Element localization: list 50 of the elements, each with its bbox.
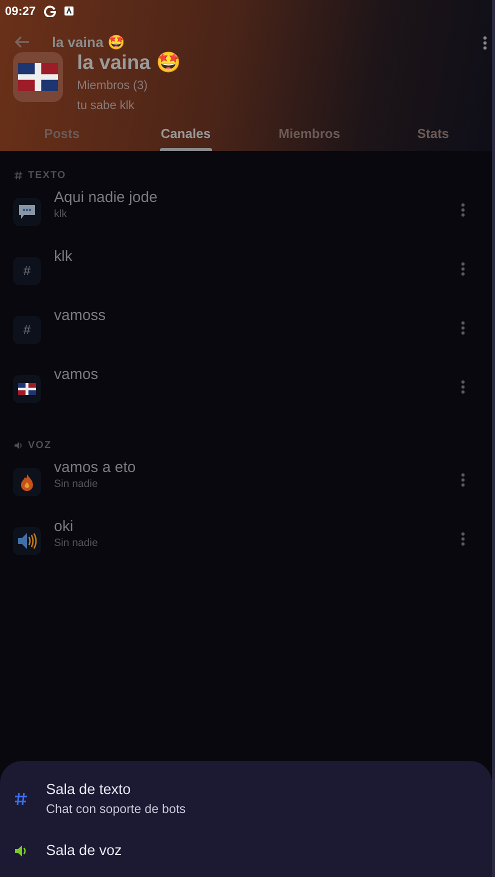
hash-icon xyxy=(14,170,23,180)
channel-item[interactable]: # vamoss xyxy=(0,303,495,362)
more-options-icon[interactable] xyxy=(461,532,465,546)
channel-subtitle: klk xyxy=(54,207,68,221)
flag-icon xyxy=(18,383,36,395)
option-title: Sala de texto xyxy=(46,781,132,800)
channel-icon-tile: # xyxy=(13,316,41,344)
g-logo-icon xyxy=(44,5,56,17)
option-title: Sala de voz xyxy=(46,842,122,861)
option-subtitle: Chat con soporte de bots xyxy=(46,801,186,818)
tab[interactable]: Miembros xyxy=(248,124,372,151)
sheet-option[interactable]: Sala de voz xyxy=(0,829,492,873)
channel-item[interactable]: vamos a eto Sin nadie xyxy=(0,455,495,514)
channel-name: klk xyxy=(54,248,74,266)
channel-icon-tile: # xyxy=(13,257,41,285)
more-options-icon[interactable] xyxy=(483,36,487,50)
more-options-icon[interactable] xyxy=(461,203,465,217)
flag-icon xyxy=(18,63,58,91)
sheet-option[interactable]: Sala de texto Chat con soporte de bots xyxy=(0,769,492,829)
channel-name: vamos xyxy=(54,366,100,384)
more-options-icon[interactable] xyxy=(461,262,465,276)
channel-item[interactable]: oki Sin nadie xyxy=(0,514,495,573)
channel-name: vamoss xyxy=(54,307,107,325)
clock: 09:27 xyxy=(5,3,36,20)
section-title: VOZ xyxy=(28,438,52,452)
channel-name: oki xyxy=(54,518,74,536)
section-title: TEXTO xyxy=(28,168,66,182)
fire-icon xyxy=(20,473,34,491)
more-options-icon[interactable] xyxy=(461,321,465,335)
channel-subtitle: Sin nadie xyxy=(54,477,99,491)
back-icon[interactable] xyxy=(14,34,30,50)
member-count: Miembros (3) xyxy=(77,78,149,93)
tab[interactable]: Stats xyxy=(371,124,495,151)
more-options-icon[interactable] xyxy=(461,380,465,394)
hash-icon xyxy=(14,792,28,806)
speaker-icon xyxy=(17,532,37,550)
toolbar-title: la vaina 🤩 xyxy=(52,34,126,50)
more-options-icon[interactable] xyxy=(461,473,465,487)
channel-item[interactable]: vamos xyxy=(0,362,495,421)
tab[interactable]: Canales xyxy=(124,124,248,151)
channel-item[interactable]: Aqui nadie jode klk xyxy=(0,185,495,244)
channel-name: Aqui nadie jode xyxy=(54,189,158,207)
channel-subtitle: Sin nadie xyxy=(54,536,99,550)
notification-icon xyxy=(64,6,74,16)
group-description: tu sabe klk xyxy=(77,98,136,113)
speaker-icon xyxy=(14,440,23,450)
channel-name: vamos a eto xyxy=(54,459,137,477)
chat-bubble-icon xyxy=(18,204,36,220)
channel-item[interactable]: # klk xyxy=(0,244,495,303)
group-title: la vaina 🤩 xyxy=(77,52,181,74)
